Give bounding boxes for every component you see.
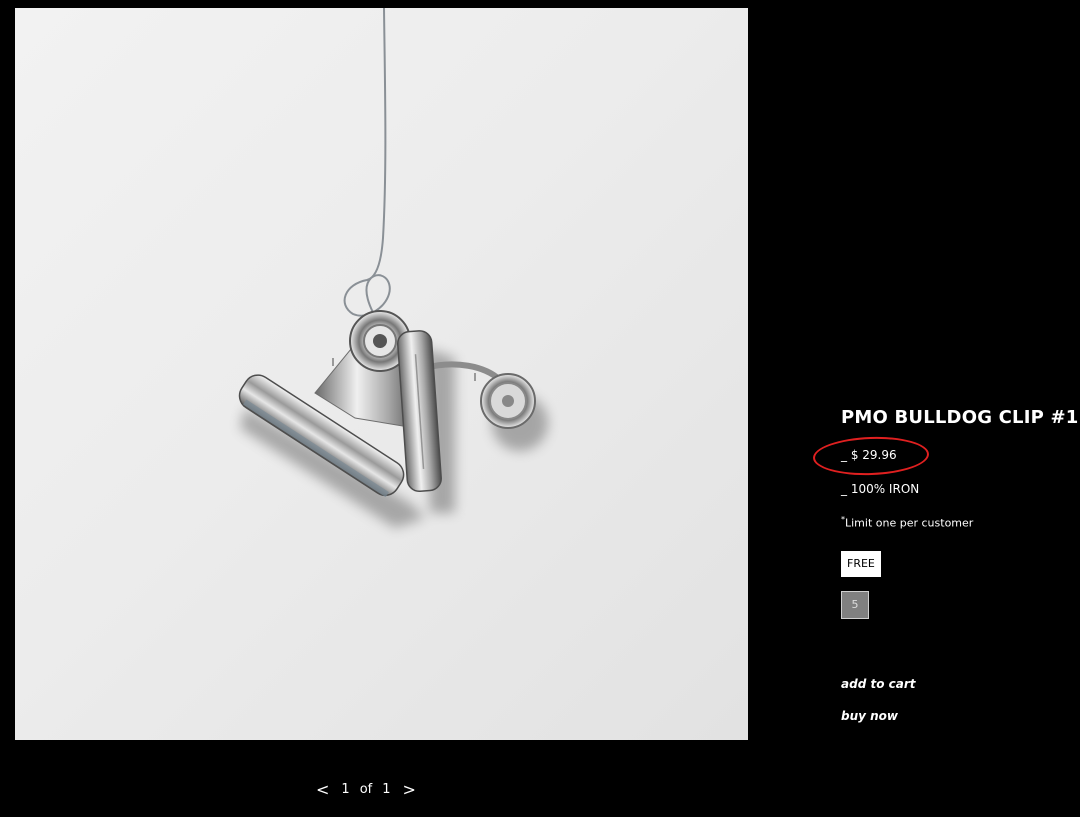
product-info: PMO BULLDOG CLIP #1 _ $ 29.96 _ 100% IRO… [812,405,1079,725]
pager-next-button[interactable]: > [399,780,420,799]
product-page: < 1 of 1 > PMO BULLDOG CLIP #1 _ $ 29.96… [0,0,1080,817]
pager-prev-button[interactable]: < [312,780,333,799]
pager-of-label: of [359,781,373,797]
add-to-cart-link[interactable]: add to cart [841,675,1071,693]
product-material: _ 100% IRON [841,482,920,496]
quantity-field[interactable]: 5 [841,591,869,619]
pager-total-pages: 1 [382,781,391,797]
option-free-button[interactable]: FREE [841,551,881,577]
limit-text: Limit one per customer [845,516,974,530]
product-title: PMO BULLDOG CLIP #1 [841,407,1079,428]
price-row: _ $ 29.96 [812,434,1071,478]
bulldog-clip-illustration [238,8,548,528]
buy-now-link[interactable]: buy now [841,707,1071,725]
pager-current-page: 1 [341,781,350,797]
product-photo[interactable] [15,8,748,740]
image-pager: < 1 of 1 > [312,778,452,800]
purchase-limit-note: *Limit one per customer [841,511,1071,530]
product-price: _ $ 29.96 [841,448,897,462]
